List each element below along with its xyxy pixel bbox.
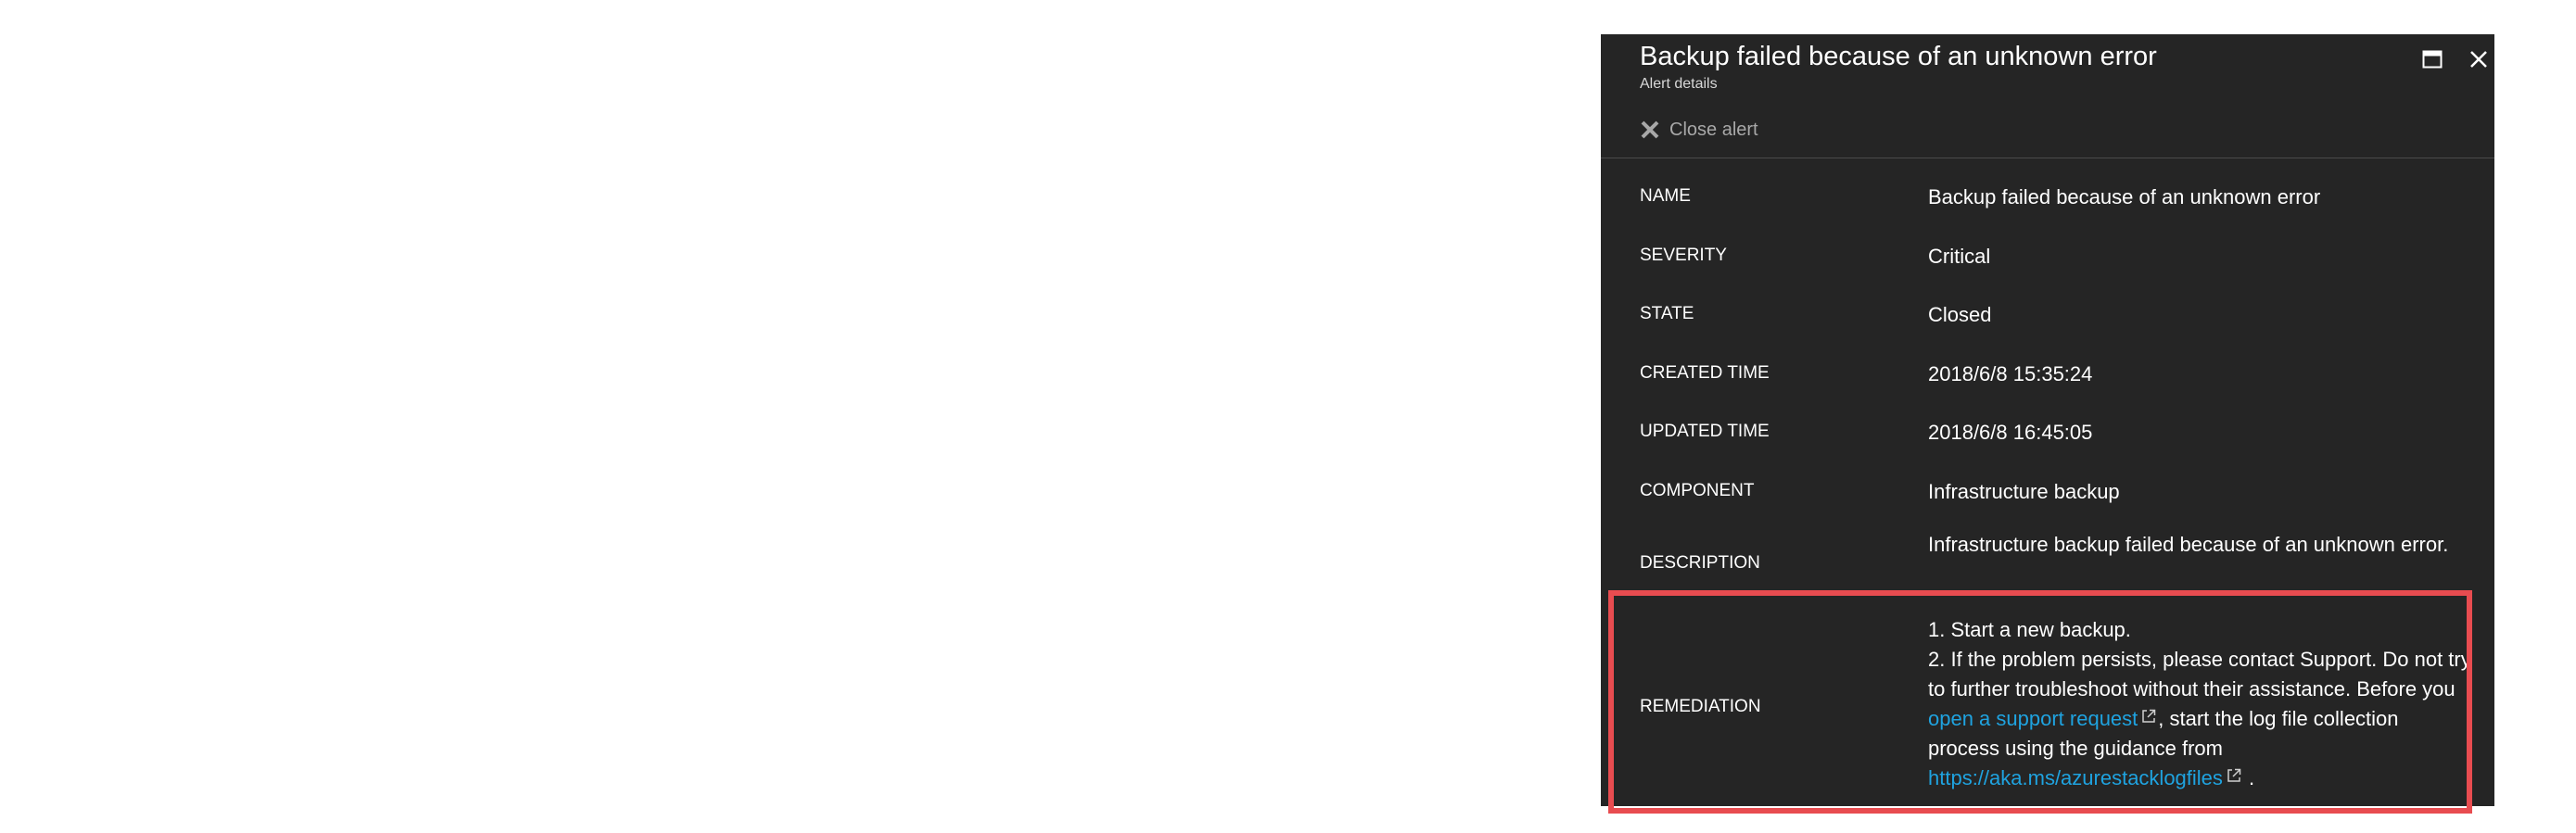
remediation-step-2-text: 2. If the problem persists, please conta…	[1928, 648, 2471, 700]
close-alert-label: Close alert	[1669, 119, 1758, 140]
blade-title: Backup failed because of an unknown erro…	[1640, 42, 2157, 71]
remediation-label: REMEDIATION	[1640, 697, 1761, 716]
description-label: DESCRIPTION	[1640, 553, 1760, 573]
component-label: COMPONENT	[1640, 481, 1755, 500]
blade-subtitle: Alert details	[1640, 76, 1718, 92]
name-label: NAME	[1640, 186, 1691, 206]
state-value: Closed	[1928, 303, 1992, 326]
close-alert-button[interactable]: Close alert	[1640, 116, 1758, 144]
close-alert-icon	[1641, 120, 1659, 139]
created-time-value: 2018/6/8 15:35:24	[1928, 362, 2093, 385]
close-button[interactable]	[2463, 44, 2494, 75]
created-time-label: CREATED TIME	[1640, 363, 1770, 383]
severity-label: SEVERITY	[1640, 246, 1727, 265]
maximize-button[interactable]	[2417, 44, 2448, 75]
maximize-icon	[2422, 50, 2443, 69]
support-request-link[interactable]: open a support request	[1928, 707, 2138, 730]
state-label: STATE	[1640, 304, 1694, 323]
severity-value: Critical	[1928, 245, 1991, 268]
remediation-step-2-end: .	[2249, 766, 2255, 789]
remediation-step-2: 2. If the problem persists, please conta…	[1928, 645, 2475, 793]
external-link-icon	[2142, 709, 2156, 723]
component-value: Infrastructure backup	[1928, 480, 2120, 503]
close-icon	[2470, 51, 2487, 68]
updated-time-value: 2018/6/8 16:45:05	[1928, 421, 2093, 444]
remediation-value: 1. Start a new backup. 2. If the problem…	[1928, 615, 2475, 793]
external-link-icon	[2227, 768, 2241, 782]
remediation-step-1: 1. Start a new backup.	[1928, 618, 2131, 641]
name-value: Backup failed because of an unknown erro…	[1928, 185, 2321, 208]
description-value: Infrastructure backup failed because of …	[1928, 533, 2449, 556]
logfiles-link[interactable]: https://aka.ms/azurestacklogfiles	[1928, 766, 2223, 789]
updated-time-label: UPDATED TIME	[1640, 422, 1770, 441]
alert-details-blade: Backup failed because of an unknown erro…	[1601, 34, 2494, 806]
